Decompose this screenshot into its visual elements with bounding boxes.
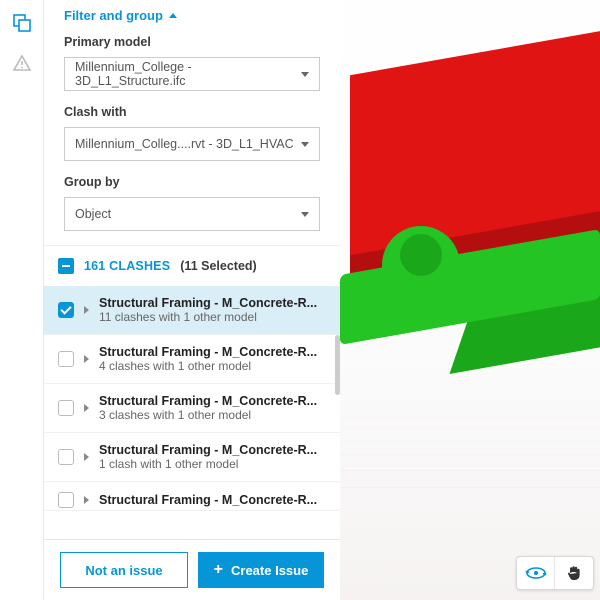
row-subtitle: 3 clashes with 1 other model (99, 408, 328, 422)
3d-viewport[interactable] (340, 0, 600, 600)
collapse-all-checkbox[interactable] (58, 258, 74, 274)
primary-model-select[interactable]: Millennium_College - 3D_L1_Structure.ifc (64, 57, 320, 91)
clash-row[interactable]: Structural Framing - M_Concrete-R... (44, 482, 340, 511)
row-checkbox[interactable] (58, 449, 74, 465)
chevron-down-icon (301, 212, 309, 217)
clash-row[interactable]: Structural Framing - M_Concrete-R... 1 c… (44, 433, 340, 482)
group-by-label: Group by (64, 175, 320, 189)
row-title: Structural Framing - M_Concrete-R... (99, 493, 328, 507)
panel-footer: Not an issue +Create Issue (44, 539, 340, 600)
chevron-down-icon (301, 72, 309, 77)
not-an-issue-button[interactable]: Not an issue (60, 552, 188, 588)
primary-model-value: Millennium_College - 3D_L1_Structure.ifc (75, 60, 301, 88)
row-subtitle: 4 clashes with 1 other model (99, 359, 328, 373)
expand-icon[interactable] (84, 306, 89, 314)
overlap-icon[interactable] (11, 12, 33, 34)
primary-model-label: Primary model (64, 35, 320, 49)
clash-row[interactable]: Structural Framing - M_Concrete-R... 3 c… (44, 384, 340, 433)
caret-up-icon (169, 13, 177, 18)
row-title: Structural Framing - M_Concrete-R... (99, 296, 328, 310)
row-title: Structural Framing - M_Concrete-R... (99, 443, 328, 457)
filter-label: Filter and group (64, 8, 163, 23)
clash-selected: (11 Selected) (180, 259, 256, 273)
row-title: Structural Framing - M_Concrete-R... (99, 394, 328, 408)
clash-row[interactable]: Structural Framing - M_Concrete-R... 11 … (44, 286, 340, 335)
filter-and-group-toggle[interactable]: Filter and group (44, 0, 340, 35)
row-checkbox[interactable] (58, 302, 74, 318)
row-subtitle: 1 clash with 1 other model (99, 457, 328, 471)
clash-panel: Filter and group Primary model Millenniu… (44, 0, 340, 600)
row-checkbox[interactable] (58, 351, 74, 367)
group-by-value: Object (75, 207, 111, 221)
orbit-tool[interactable] (517, 557, 555, 589)
row-subtitle: 11 clashes with 1 other model (99, 310, 328, 324)
clash-summary[interactable]: 161 CLASHES (11 Selected) (44, 245, 340, 286)
pan-tool[interactable] (555, 557, 593, 589)
row-checkbox[interactable] (58, 400, 74, 416)
floor-grid (340, 407, 600, 514)
expand-icon[interactable] (84, 355, 89, 363)
clash-count: 161 CLASHES (84, 259, 170, 273)
clash-with-label: Clash with (64, 105, 320, 119)
clash-list: Structural Framing - M_Concrete-R... 11 … (44, 286, 340, 539)
expand-icon[interactable] (84, 496, 89, 504)
clash-with-value: Millennium_Colleg....rvt - 3D_L1_HVAC (75, 137, 294, 151)
expand-icon[interactable] (84, 404, 89, 412)
chevron-down-icon (301, 142, 309, 147)
model-element-green (382, 226, 460, 304)
clash-row[interactable]: Structural Framing - M_Concrete-R... 4 c… (44, 335, 340, 384)
clash-with-select[interactable]: Millennium_Colleg....rvt - 3D_L1_HVAC (64, 127, 320, 161)
group-by-select[interactable]: Object (64, 197, 320, 231)
row-title: Structural Framing - M_Concrete-R... (99, 345, 328, 359)
plus-icon: + (214, 562, 223, 578)
row-checkbox[interactable] (58, 492, 74, 508)
expand-icon[interactable] (84, 453, 89, 461)
left-icon-bar (0, 0, 44, 600)
warning-icon[interactable] (11, 52, 33, 74)
create-issue-button[interactable]: +Create Issue (198, 552, 324, 588)
view-toolbar (516, 556, 594, 590)
